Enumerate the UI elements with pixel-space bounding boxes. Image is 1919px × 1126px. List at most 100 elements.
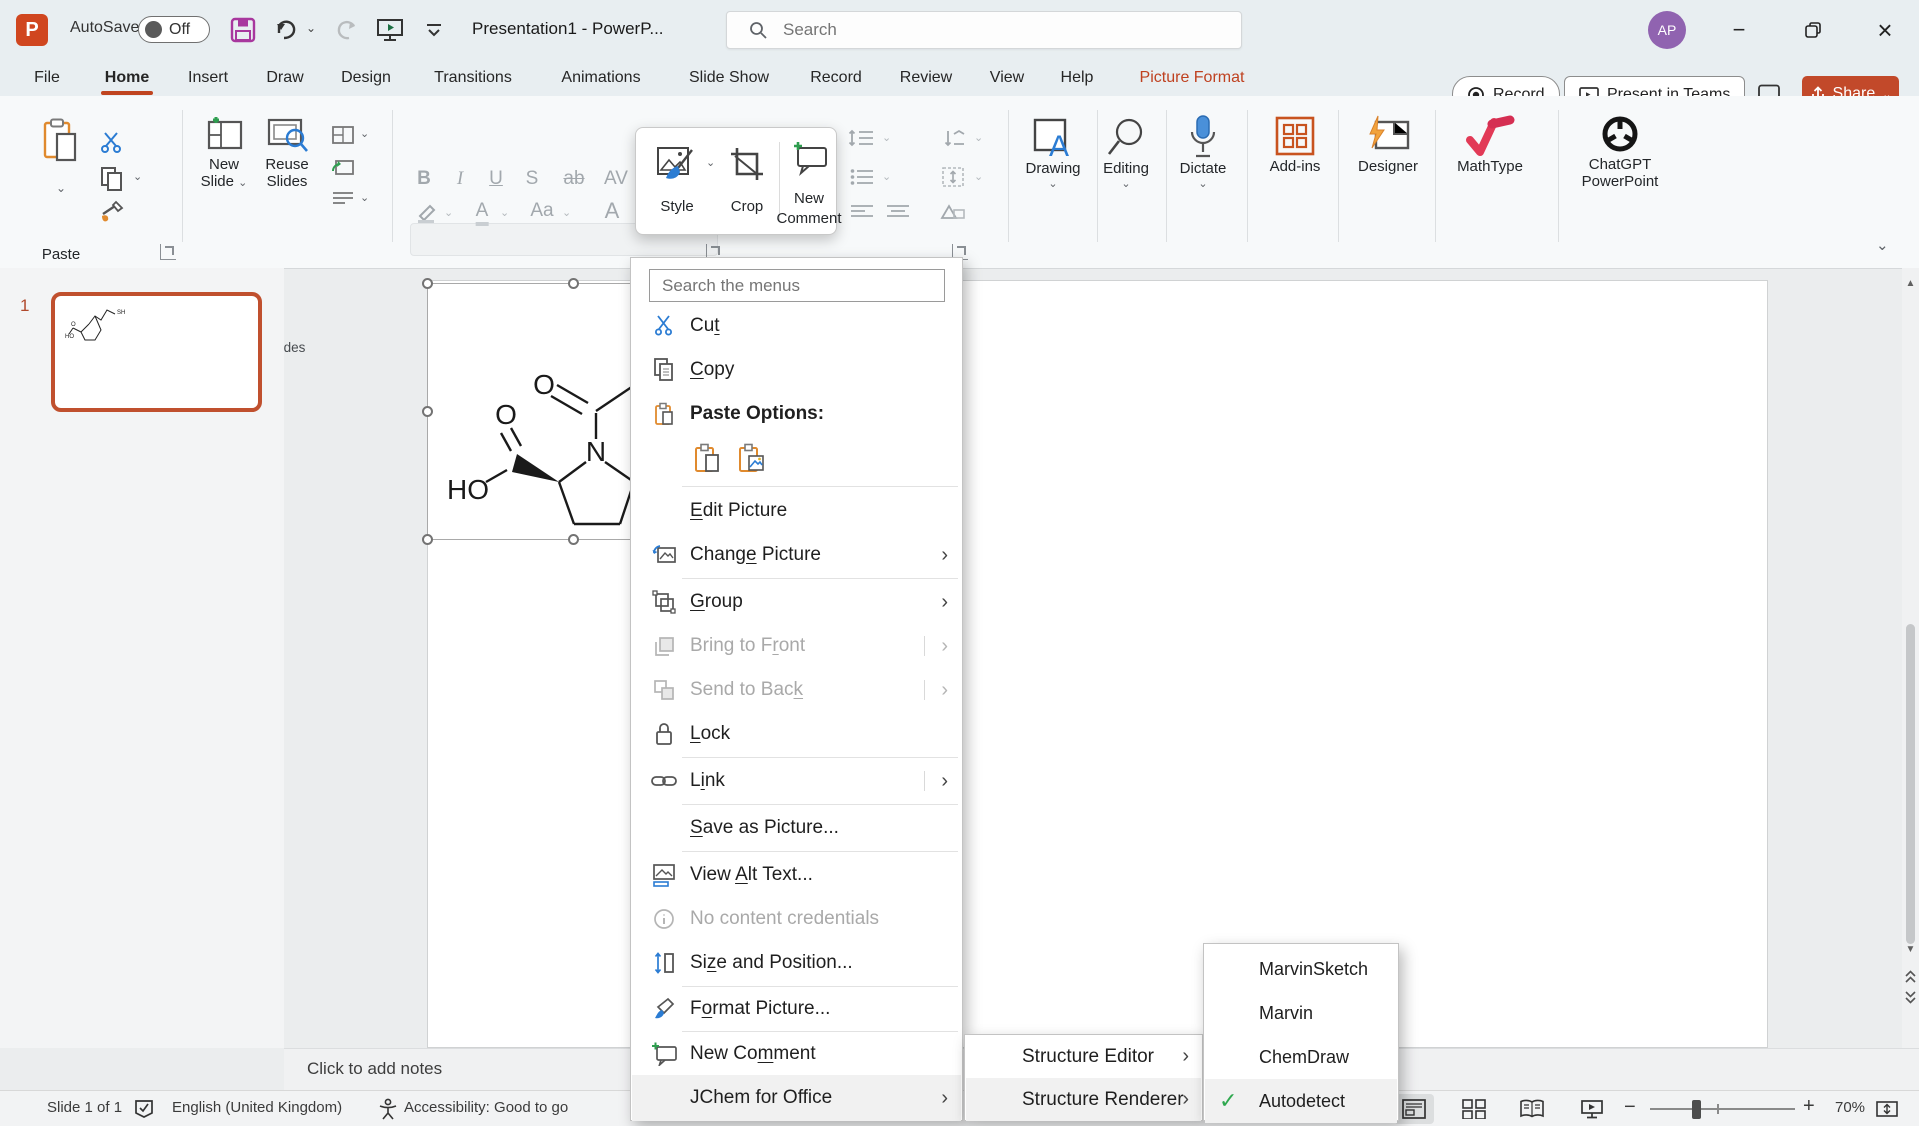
picture-style-button[interactable]: Style bbox=[648, 146, 706, 216]
clipboard-dialog-launcher[interactable] bbox=[160, 244, 176, 260]
resize-handle-bottom-center[interactable] bbox=[568, 534, 579, 545]
tab-animations[interactable]: Animations bbox=[557, 60, 644, 96]
layout-chevron-icon[interactable]: ⌄ bbox=[360, 127, 369, 140]
scroll-up-icon[interactable]: ▲ bbox=[1902, 278, 1919, 289]
zoom-slider-thumb[interactable] bbox=[1692, 1100, 1701, 1119]
menu-item-edit-picture[interactable]: Edit Picture bbox=[632, 489, 961, 533]
slide-sorter-view-button[interactable] bbox=[1454, 1094, 1494, 1124]
addins-button[interactable]: Add-ins bbox=[1262, 112, 1328, 175]
section-chevron-icon[interactable]: ⌄ bbox=[360, 191, 369, 204]
text-direction-chevron-icon[interactable]: ⌄ bbox=[974, 170, 983, 183]
previous-slide-button[interactable] bbox=[1904, 970, 1917, 984]
crop-button[interactable]: Crop bbox=[720, 146, 774, 216]
scroll-down-icon[interactable]: ▼ bbox=[1902, 944, 1919, 955]
resize-handle-top-left[interactable] bbox=[422, 278, 433, 289]
grow-font-button[interactable]: A bbox=[605, 198, 620, 224]
minimize-button[interactable]: − bbox=[1716, 0, 1762, 60]
shadow-button[interactable]: S bbox=[526, 168, 539, 190]
tab-view[interactable]: View bbox=[986, 60, 1028, 96]
align-left-button[interactable] bbox=[850, 204, 874, 220]
restore-button[interactable] bbox=[1790, 0, 1836, 60]
paste-keep-source-button[interactable] bbox=[688, 439, 726, 477]
line-spacing-button[interactable] bbox=[848, 128, 874, 148]
renderer-option-chemdraw[interactable]: ChemDraw bbox=[1205, 1035, 1397, 1079]
sort-button[interactable] bbox=[940, 128, 966, 148]
reset-slide-button[interactable] bbox=[332, 158, 354, 176]
menu-item-copy[interactable]: Copy bbox=[632, 348, 961, 392]
highlight-button[interactable] bbox=[416, 202, 438, 224]
fit-slide-button[interactable] bbox=[1876, 1099, 1898, 1119]
menu-search-input[interactable] bbox=[660, 275, 934, 297]
character-spacing-button[interactable]: AV bbox=[604, 168, 628, 190]
renderer-option-marvin[interactable]: Marvin bbox=[1205, 991, 1397, 1035]
renderer-option-marvinsketch[interactable]: MarvinSketch bbox=[1205, 947, 1397, 991]
text-direction-button[interactable] bbox=[940, 166, 966, 188]
menu-item-view-alt-text[interactable]: View Alt Text... bbox=[632, 853, 961, 897]
zoom-slider-track[interactable] bbox=[1650, 1108, 1795, 1110]
menu-item-group[interactable]: Group › bbox=[632, 580, 961, 624]
submenu-item-structure-editor[interactable]: Structure Editor › bbox=[966, 1035, 1201, 1078]
accessibility-button[interactable] bbox=[378, 1098, 398, 1120]
section-button[interactable] bbox=[332, 190, 354, 208]
format-painter-button[interactable] bbox=[100, 200, 126, 224]
bullets-button[interactable] bbox=[850, 168, 874, 186]
customize-toolbar-button[interactable] bbox=[424, 22, 444, 38]
slideshow-view-button[interactable] bbox=[1572, 1094, 1612, 1124]
highlight-chevron-icon[interactable]: ⌄ bbox=[444, 206, 453, 219]
slide-layout-button[interactable] bbox=[332, 126, 354, 144]
mini-new-comment-button[interactable]: New Comment bbox=[784, 142, 834, 230]
font-color-button[interactable]: A bbox=[476, 200, 489, 226]
copy-chevron-icon[interactable]: ⌄ bbox=[133, 170, 142, 183]
vertical-scrollbar[interactable]: ▲ ▼ bbox=[1902, 268, 1919, 1048]
normal-view-button[interactable] bbox=[1394, 1094, 1434, 1124]
menu-item-lock[interactable]: Lock bbox=[632, 712, 961, 756]
spell-check-button[interactable] bbox=[133, 1099, 155, 1119]
tab-insert[interactable]: Insert bbox=[184, 60, 232, 96]
menu-item-save-as-picture[interactable]: Save as Picture... bbox=[632, 806, 961, 850]
slide-thumbnail[interactable]: SH O HO bbox=[51, 292, 262, 412]
autosave-toggle[interactable]: Off bbox=[138, 16, 210, 43]
tab-picture-format[interactable]: Picture Format bbox=[1136, 60, 1249, 96]
menu-item-new-comment[interactable]: New Comment bbox=[632, 1032, 961, 1076]
line-spacing-chevron-icon[interactable]: ⌄ bbox=[882, 131, 891, 144]
tab-file[interactable]: File bbox=[30, 60, 64, 96]
zoom-in-button[interactable]: + bbox=[1803, 1095, 1815, 1118]
resize-handle-top-center[interactable] bbox=[568, 278, 579, 289]
menu-item-link[interactable]: Link › bbox=[632, 759, 961, 803]
resize-handle-middle-left[interactable] bbox=[422, 406, 433, 417]
slide-indicator[interactable]: Slide 1 of 1 bbox=[47, 1099, 122, 1116]
reuse-slides-button[interactable]: Reuse Slides bbox=[258, 112, 316, 190]
search-input[interactable] bbox=[781, 19, 1165, 41]
strikethrough-button[interactable]: ab bbox=[563, 168, 584, 190]
bold-button[interactable]: B bbox=[417, 168, 431, 190]
menu-item-format-picture[interactable]: Format Picture... bbox=[632, 987, 961, 1031]
tab-design[interactable]: Design bbox=[337, 60, 395, 96]
scrollbar-thumb[interactable] bbox=[1906, 624, 1915, 944]
menu-item-size-and-position[interactable]: Size and Position... bbox=[632, 941, 961, 985]
menu-item-change-picture[interactable]: Change Picture › bbox=[632, 533, 961, 577]
underline-button[interactable]: U bbox=[489, 168, 503, 190]
style-chevron-icon[interactable]: ⌄ bbox=[706, 156, 715, 169]
paste-button[interactable]: Paste ⌄ bbox=[30, 112, 92, 222]
accessibility-status[interactable]: Accessibility: Good to go bbox=[404, 1099, 568, 1116]
language-indicator[interactable]: English (United Kingdom) bbox=[172, 1099, 342, 1116]
menu-item-jchem-for-office[interactable]: JChem for Office › bbox=[632, 1075, 961, 1121]
undo-button[interactable] bbox=[272, 16, 300, 44]
start-slideshow-button[interactable] bbox=[376, 17, 404, 43]
chatgpt-button[interactable]: ChatGPT PowerPoint bbox=[1572, 110, 1668, 190]
paste-picture-button[interactable] bbox=[732, 439, 770, 477]
menu-search-box[interactable] bbox=[649, 269, 945, 302]
tab-record[interactable]: Record bbox=[806, 60, 866, 96]
zoom-out-button[interactable]: − bbox=[1624, 1096, 1636, 1119]
notes-placeholder[interactable]: Click to add notes bbox=[307, 1059, 442, 1079]
cut-button[interactable] bbox=[100, 131, 124, 153]
tab-help[interactable]: Help bbox=[1057, 60, 1098, 96]
zoom-level[interactable]: 70% bbox=[1835, 1099, 1865, 1116]
save-button[interactable] bbox=[230, 17, 256, 43]
reading-view-button[interactable] bbox=[1512, 1094, 1552, 1124]
font-color-chevron-icon[interactable]: ⌄ bbox=[500, 206, 509, 219]
designer-button[interactable]: Designer bbox=[1352, 112, 1424, 175]
change-case-button[interactable]: Aa bbox=[530, 200, 553, 222]
dictate-button[interactable]: Dictate ⌄ bbox=[1172, 112, 1234, 190]
redo-button[interactable] bbox=[332, 16, 360, 44]
